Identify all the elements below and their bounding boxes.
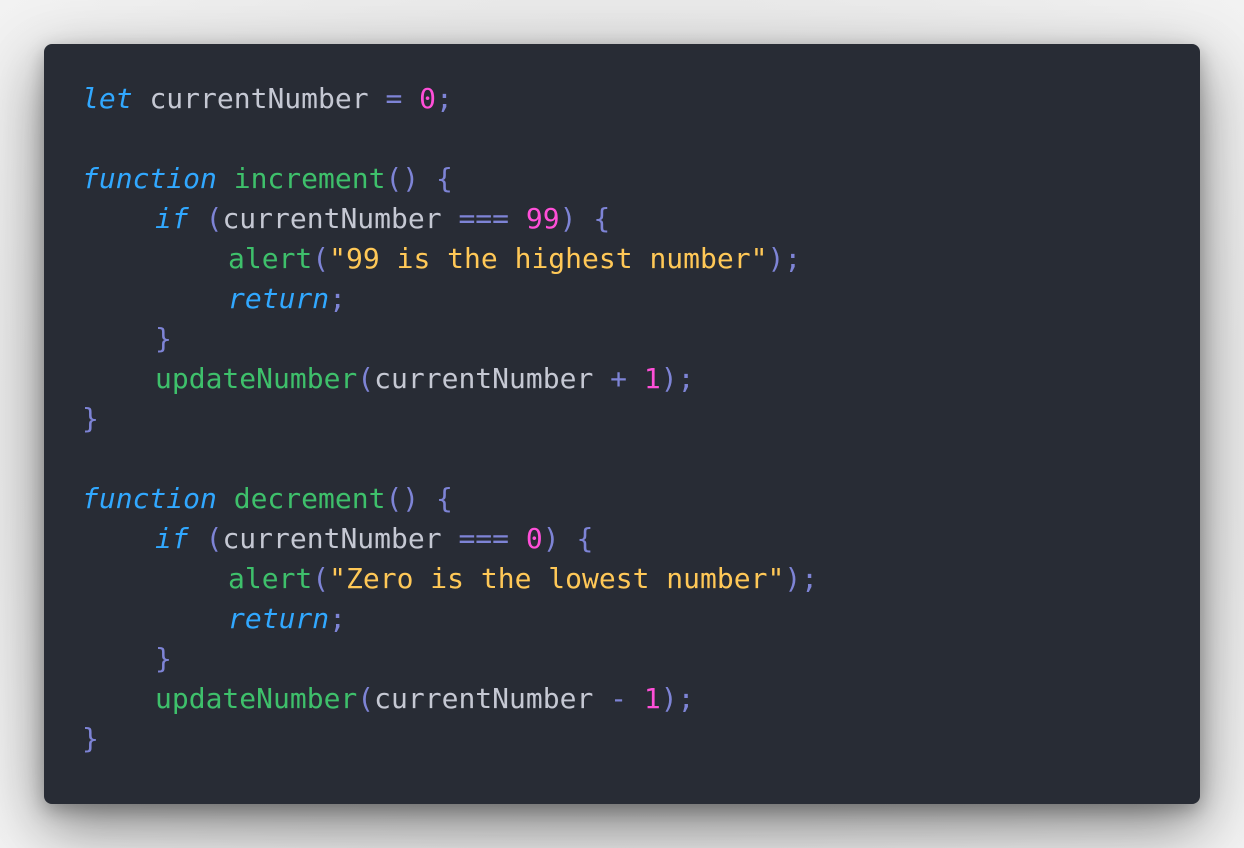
operator-token: + xyxy=(610,362,628,395)
code-line-9: } xyxy=(82,399,818,439)
paren-token: ) xyxy=(660,362,678,395)
function-name-token: updateNumber xyxy=(155,362,358,395)
string-token: "99 is the highest number" xyxy=(329,242,768,275)
code-window: let currentNumber = 0; function incremen… xyxy=(44,44,1200,804)
semicolon-token: ; xyxy=(677,682,695,715)
function-name-token: increment xyxy=(233,162,386,195)
brace-token: } xyxy=(82,402,99,435)
semicolon-token: ; xyxy=(329,282,347,315)
code-line-7: } xyxy=(82,319,818,359)
brace-token: { xyxy=(593,202,611,235)
code-line-13: alert("Zero is the lowest number"); xyxy=(82,559,818,599)
keyword-token: if xyxy=(155,522,189,555)
number-token: 1 xyxy=(643,682,661,715)
code-line-6: return; xyxy=(82,279,818,319)
operator-token: - xyxy=(610,682,628,715)
number-token: 0 xyxy=(525,522,543,555)
brace-token: { xyxy=(436,482,453,515)
operator-token: = xyxy=(385,82,403,115)
keyword-token: return xyxy=(228,282,330,315)
semicolon-token: ; xyxy=(329,602,347,635)
semicolon-token: ; xyxy=(801,562,819,595)
operator-token: === xyxy=(458,522,510,555)
brace-token: } xyxy=(82,722,99,755)
identifier-token: currentNumber xyxy=(149,82,369,115)
code-line-4: if (currentNumber === 99) { xyxy=(82,199,818,239)
function-name-token: alert xyxy=(228,242,313,275)
semicolon-token: ; xyxy=(436,82,453,115)
keyword-token: let xyxy=(82,82,133,115)
semicolon-token: ; xyxy=(784,242,802,275)
number-token: 0 xyxy=(419,82,437,115)
identifier-token: currentNumber xyxy=(374,362,594,395)
operator-token: === xyxy=(458,202,510,235)
code-line-8: updateNumber(currentNumber + 1); xyxy=(82,359,818,399)
identifier-token: currentNumber xyxy=(222,522,442,555)
string-token: "Zero is the lowest number" xyxy=(329,562,785,595)
paren-token: ) xyxy=(559,202,577,235)
keyword-token: if xyxy=(155,202,189,235)
code-line-5: alert("99 is the highest number"); xyxy=(82,239,818,279)
brace-token: { xyxy=(436,162,453,195)
number-token: 99 xyxy=(525,202,560,235)
keyword-token: function xyxy=(82,162,217,195)
paren-token: () xyxy=(385,162,420,195)
function-name-token: decrement xyxy=(233,482,386,515)
number-token: 1 xyxy=(643,362,661,395)
identifier-token: currentNumber xyxy=(374,682,594,715)
function-name-token: updateNumber xyxy=(155,682,358,715)
paren-token: ) xyxy=(542,522,560,555)
paren-token: ) xyxy=(784,562,802,595)
code-line-3: function increment() { xyxy=(82,159,818,199)
brace-token: } xyxy=(155,642,172,675)
code-line-15: } xyxy=(82,639,818,679)
paren-token: ( xyxy=(357,682,375,715)
code-block: let currentNumber = 0; function incremen… xyxy=(82,79,818,759)
function-name-token: alert xyxy=(228,562,313,595)
paren-token: ) xyxy=(767,242,785,275)
paren-token: ( xyxy=(312,242,330,275)
code-line-12: if (currentNumber === 0) { xyxy=(82,519,818,559)
identifier-token: currentNumber xyxy=(222,202,442,235)
paren-token: ( xyxy=(205,202,223,235)
paren-token: ( xyxy=(312,562,330,595)
code-line-17: } xyxy=(82,719,818,759)
brace-token: { xyxy=(576,522,594,555)
code-line-14: return; xyxy=(82,599,818,639)
paren-token: ( xyxy=(205,522,223,555)
keyword-token: return xyxy=(228,602,330,635)
brace-token: } xyxy=(155,322,172,355)
paren-token: ( xyxy=(357,362,375,395)
code-line-16: updateNumber(currentNumber - 1); xyxy=(82,679,818,719)
paren-token: ) xyxy=(660,682,678,715)
code-line-1: let currentNumber = 0; xyxy=(82,79,818,119)
keyword-token: function xyxy=(82,482,217,515)
semicolon-token: ; xyxy=(677,362,695,395)
code-line-11: function decrement() { xyxy=(82,479,818,519)
paren-token: () xyxy=(385,482,420,515)
